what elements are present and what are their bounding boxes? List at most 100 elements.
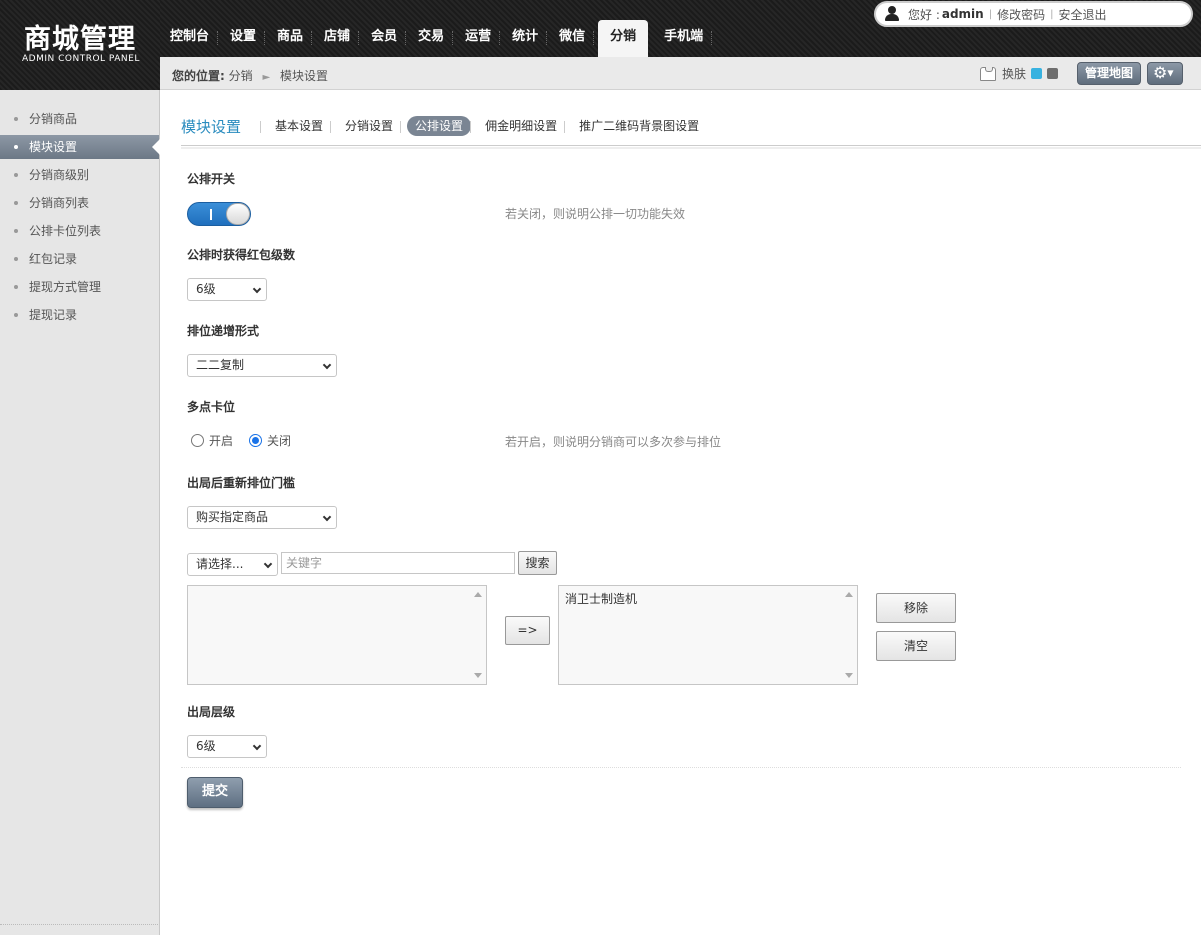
select-value: 二二复制 bbox=[196, 358, 245, 372]
skin-label: 换肤 bbox=[1002, 67, 1027, 81]
shirt-icon bbox=[980, 66, 996, 81]
sidebar-item-module-settings[interactable]: 模块设置 bbox=[0, 135, 160, 159]
nav-members[interactable]: 会员 bbox=[367, 20, 414, 57]
multi-slot-radios: 开启 关闭 bbox=[191, 432, 307, 449]
admin-map-button[interactable]: 管理地图 bbox=[1077, 62, 1142, 85]
nav-mobile[interactable]: 手机端 bbox=[660, 20, 720, 57]
logo-subtitle: ADMIN CONTROL PANEL bbox=[22, 54, 140, 64]
separator: | bbox=[1050, 8, 1054, 20]
breadcrumb-item: 模块设置 bbox=[280, 69, 329, 83]
scroll-up-icon[interactable] bbox=[845, 592, 853, 597]
radio-disable-label[interactable]: 关闭 bbox=[267, 432, 291, 449]
multi-slot-label: 多点卡位 bbox=[187, 400, 236, 414]
tabs-title: 模块设置 bbox=[181, 117, 242, 136]
sidebar-divider bbox=[0, 924, 158, 925]
submit-button[interactable]: 提交 bbox=[187, 777, 243, 808]
sidebar-item-withdraw-methods[interactable]: 提现方式管理 bbox=[0, 273, 159, 301]
toggle-on-indicator bbox=[210, 209, 212, 220]
tab-commission-detail-settings[interactable]: 佣金明细设置 bbox=[470, 116, 565, 136]
top-nav: 控制台 设置 商品 店铺 会员 交易 运营 统计 微信 分销 手机端 bbox=[166, 20, 720, 57]
sidebar-item-distributor-levels[interactable]: 分销商级别 bbox=[0, 161, 159, 189]
chevron-down-icon bbox=[263, 559, 273, 569]
source-goods-list[interactable] bbox=[187, 585, 487, 685]
separator: | bbox=[988, 8, 993, 20]
scroll-down-icon[interactable] bbox=[474, 673, 482, 678]
nav-stores[interactable]: 店铺 bbox=[320, 20, 367, 57]
breadcrumb-item[interactable]: 分销 bbox=[229, 69, 253, 83]
breadcrumb-prefix: 您的位置: bbox=[172, 69, 225, 83]
move-right-button[interactable]: => bbox=[505, 616, 550, 645]
sidebar-item-distribution-goods[interactable]: 分销商品 bbox=[0, 105, 159, 133]
form-divider bbox=[181, 767, 1181, 768]
chevron-down-icon bbox=[322, 360, 332, 370]
exit-level-select[interactable]: 6级 bbox=[187, 735, 267, 758]
select-value: 6级 bbox=[196, 739, 216, 753]
tab-public-rank-settings[interactable]: 公排设置 bbox=[400, 116, 472, 136]
category-select[interactable]: 请选择... bbox=[187, 553, 278, 576]
scroll-up-icon[interactable] bbox=[474, 592, 482, 597]
rerank-threshold-label: 出局后重新排位门槛 bbox=[187, 476, 296, 490]
main-content: 模块设置 基本设置 分销设置 公排设置 佣金明细设置 推广二维码背景图设置 公排… bbox=[161, 91, 1201, 935]
select-value: 购买指定商品 bbox=[196, 510, 269, 524]
greeting-text: 您好 : bbox=[908, 7, 940, 22]
change-password-link[interactable]: 修改密码 bbox=[997, 6, 1045, 23]
user-bar: 您好 : admin | 修改密码 | 安全退出 bbox=[874, 1, 1193, 27]
chevron-right-icon: ► bbox=[262, 72, 271, 83]
breadcrumb-bar: 您的位置: 分销 ► 模块设置 换肤 管理地图 ⚙▼ bbox=[160, 57, 1201, 90]
gear-icon: ⚙ bbox=[1153, 63, 1168, 82]
rerank-threshold-select[interactable]: 购买指定商品 bbox=[187, 506, 337, 529]
nav-goods[interactable]: 商品 bbox=[273, 20, 320, 57]
public-rank-toggle[interactable] bbox=[187, 202, 251, 226]
radio-enable[interactable] bbox=[191, 434, 204, 447]
multi-slot-hint: 若开启，则说明分销商可以多次参与排位 bbox=[505, 435, 722, 449]
nav-stats[interactable]: 统计 bbox=[508, 20, 555, 57]
sidebar-menu: 分销商品 模块设置 分销商级别 分销商列表 公排卡位列表 红包记录 提现方式管理… bbox=[0, 90, 160, 329]
red-packet-levels-select[interactable]: 6级 bbox=[187, 278, 267, 301]
skin-switcher: 换肤 bbox=[980, 65, 1059, 82]
sidebar-item-distributor-list[interactable]: 分销商列表 bbox=[0, 189, 159, 217]
red-packet-levels-label: 公排时获得红包级数 bbox=[187, 248, 296, 262]
switch-label: 公排开关 bbox=[187, 172, 236, 186]
breadcrumb: 您的位置: 分销 ► 模块设置 bbox=[172, 67, 328, 84]
logout-link[interactable]: 安全退出 bbox=[1058, 6, 1106, 23]
logo-title: 商城管理 bbox=[24, 24, 136, 55]
keyword-input[interactable]: 关键字 bbox=[281, 552, 515, 574]
sidebar-item-red-packet-records[interactable]: 红包记录 bbox=[0, 245, 159, 273]
chevron-down-icon bbox=[252, 741, 262, 751]
nav-trade[interactable]: 交易 bbox=[414, 20, 461, 57]
scroll-down-icon[interactable] bbox=[845, 673, 853, 678]
remove-button[interactable]: 移除 bbox=[876, 593, 956, 623]
sidebar-item-slot-list[interactable]: 公排卡位列表 bbox=[0, 217, 159, 245]
toggle-knob bbox=[226, 203, 250, 225]
rank-growth-select[interactable]: 二二复制 bbox=[187, 354, 337, 377]
selected-goods-list[interactable]: 消卫士制造机 bbox=[558, 585, 858, 685]
nav-operation[interactable]: 运营 bbox=[461, 20, 508, 57]
sidebar: 分销商品 模块设置 分销商级别 分销商列表 公排卡位列表 红包记录 提现方式管理… bbox=[0, 90, 160, 935]
switch-hint: 若关闭，则说明公排一切功能失效 bbox=[505, 207, 686, 221]
skin-swatch-gray[interactable] bbox=[1047, 68, 1059, 79]
clear-button[interactable]: 清空 bbox=[876, 631, 956, 661]
nav-wechat[interactable]: 微信 bbox=[555, 20, 602, 57]
settings-menu-button[interactable]: ⚙▼ bbox=[1147, 62, 1183, 85]
user-icon bbox=[884, 6, 900, 22]
sidebar-item-withdraw-records[interactable]: 提现记录 bbox=[0, 301, 159, 329]
tab-qrcode-background-settings[interactable]: 推广二维码背景图设置 bbox=[564, 116, 707, 136]
radio-disable[interactable] bbox=[249, 434, 263, 447]
tab-distribution-settings[interactable]: 分销设置 bbox=[330, 116, 401, 136]
skin-swatch-blue[interactable] bbox=[1031, 68, 1043, 79]
nav-dashboard[interactable]: 控制台 bbox=[166, 20, 226, 57]
chevron-down-icon bbox=[252, 284, 262, 294]
radio-enable-label[interactable]: 开启 bbox=[209, 432, 233, 449]
list-item[interactable]: 消卫士制造机 bbox=[565, 590, 851, 607]
select-value: 请选择... bbox=[196, 557, 244, 571]
select-value: 6级 bbox=[196, 282, 216, 296]
search-button[interactable]: 搜索 bbox=[518, 551, 557, 575]
rank-growth-label: 排位递增形式 bbox=[187, 324, 260, 338]
nav-settings[interactable]: 设置 bbox=[226, 20, 273, 57]
settings-tabs: 模块设置 基本设置 分销设置 公排设置 佣金明细设置 推广二维码背景图设置 bbox=[181, 115, 707, 137]
tab-basic-settings[interactable]: 基本设置 bbox=[260, 116, 331, 136]
nav-distribution[interactable]: 分销 bbox=[598, 20, 649, 57]
username: admin bbox=[941, 7, 984, 21]
caret-down-icon: ▼ bbox=[1167, 68, 1174, 78]
logo[interactable]: 商城管理 ADMIN CONTROL PANEL bbox=[0, 0, 160, 90]
